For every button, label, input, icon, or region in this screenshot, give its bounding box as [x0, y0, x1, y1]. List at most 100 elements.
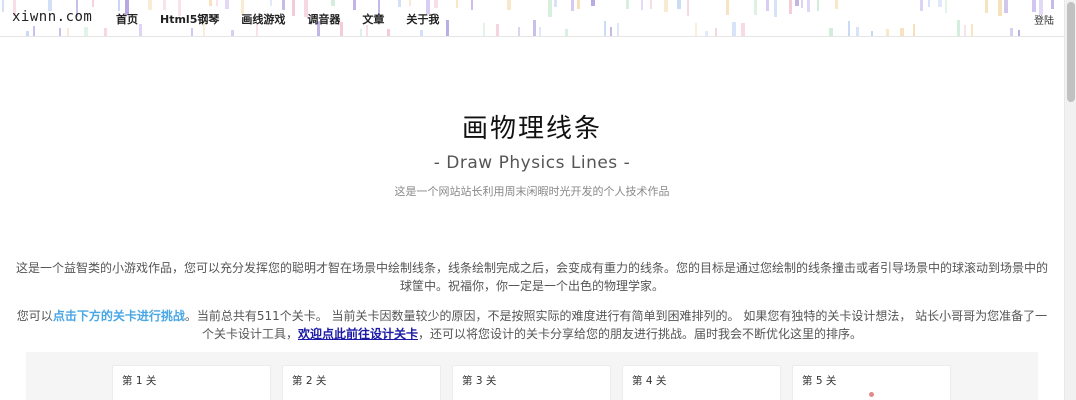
header-stripe — [1004, 0, 1008, 13]
header-stripe — [732, 22, 736, 36]
level-card-5[interactable]: 第 5 关 — [792, 365, 951, 400]
level-card-2[interactable]: 第 2 关 — [282, 365, 441, 400]
header-stripe — [209, 0, 212, 6]
header-stripe — [971, 24, 973, 36]
header-stripe — [900, 28, 904, 36]
header-stripe — [571, 0, 574, 11]
header-stripe — [641, 0, 643, 10]
header-stripe — [817, 0, 819, 11]
level-card-1[interactable]: 第 1 关 — [112, 365, 271, 400]
page-description: 这是一个网站站长利用周末闲暇时光开发的个人技术作品 — [394, 185, 670, 198]
header-stripe — [554, 0, 557, 7]
header-stripe — [741, 23, 745, 36]
header-stripe — [104, 28, 107, 36]
header-stripe — [998, 0, 1002, 16]
header-stripe — [604, 21, 606, 36]
header-stripe — [938, 0, 942, 7]
header-stripe — [957, 20, 960, 36]
header-stripe — [964, 25, 966, 36]
level-card-3[interactable]: 第 3 关 — [452, 365, 611, 400]
level-label: 第 1 关 — [122, 375, 157, 387]
header-stripe — [664, 0, 668, 12]
login-link[interactable]: 登陆 — [1034, 12, 1054, 27]
hero-section: 画物理线条 - Draw Physics Lines - 这是一个网站站长利用周… — [0, 108, 1064, 199]
header-stripe — [420, 30, 423, 36]
header-stripe — [835, 0, 838, 9]
header-stripe — [148, 0, 152, 10]
header-stripe — [456, 0, 458, 8]
header-stripe — [118, 0, 120, 11]
header-stripe — [913, 24, 915, 36]
header-stripe — [766, 0, 769, 11]
header-stripe — [231, 30, 234, 36]
page-subtitle: - Draw Physics Lines - — [433, 153, 631, 173]
intro-paragraph-2: 您可以点击下方的关卡进行挑战。当前总共有511个关卡。 当前关卡因数量较少的原因… — [12, 307, 1052, 343]
header-stripe — [795, 0, 799, 6]
header-stripe — [2, 0, 4, 12]
header-stripe — [225, 0, 229, 9]
header-stripe — [789, 0, 792, 14]
header-stripe — [1010, 28, 1013, 36]
level-label: 第 3 关 — [462, 375, 497, 387]
nav-item-articles[interactable]: 文章 — [362, 11, 384, 27]
header-stripe — [496, 24, 499, 36]
header-stripe — [626, 0, 629, 9]
header-stripe — [331, 0, 335, 6]
header-stripe — [387, 29, 390, 36]
page-scrollbar[interactable] — [1064, 0, 1076, 400]
site-logo[interactable]: xiwnn.com — [12, 9, 92, 25]
header-stripe — [886, 29, 889, 36]
header-stripe — [483, 23, 485, 36]
header-stripe — [191, 28, 193, 36]
nav-item-tuner[interactable]: 调音器 — [307, 11, 340, 27]
header-stripe — [856, 27, 859, 36]
header-stripe — [270, 0, 272, 6]
header-stripe — [434, 0, 438, 8]
header-stripe — [59, 28, 61, 36]
header-stripe — [353, 0, 356, 10]
scrollbar-thumb[interactable] — [1067, 2, 1075, 102]
header-stripe — [848, 21, 850, 36]
header-stripe — [33, 26, 35, 36]
header-stripe — [163, 0, 166, 10]
header-stripe — [1051, 0, 1054, 9]
challenge-link[interactable]: 点击下方的关卡进行挑战 — [53, 309, 185, 323]
header-stripe — [754, 0, 757, 15]
header-stripe — [945, 0, 947, 13]
header-stripe — [871, 31, 873, 36]
header-stripe — [92, 0, 94, 7]
header-stripe — [471, 0, 473, 10]
header-stripe — [807, 0, 810, 12]
level-card-4[interactable]: 第 4 关 — [622, 365, 781, 400]
header-stripe — [539, 27, 541, 36]
header-stripe — [774, 0, 777, 17]
header-stripe — [726, 0, 729, 15]
header-stripe — [518, 27, 520, 36]
header-stripe — [67, 28, 69, 36]
top-header: xiwnn.com 首页 Html5钢琴 画线游戏 调音器 文章 关于我 登陆 — [0, 0, 1064, 37]
header-stripe — [610, 27, 612, 36]
nav-item-draw-game[interactable]: 画线游戏 — [241, 11, 285, 27]
intro-paragraph-1: 这是一个益智类的小游戏作品，您可以充分发挥您的聪明才智在场景中绘制线条，线条绘制… — [15, 261, 1048, 293]
header-stripe — [565, 29, 568, 36]
header-stripe — [533, 20, 536, 36]
header-stripe — [985, 0, 988, 13]
header-stripe — [26, 31, 29, 36]
header-stripe — [409, 0, 411, 6]
header-stripe — [282, 0, 285, 10]
header-stripe — [507, 0, 511, 10]
header-stripe — [617, 23, 619, 36]
header-stripe — [1018, 30, 1020, 36]
level-label: 第 4 关 — [632, 375, 667, 387]
header-stripe — [705, 31, 708, 36]
nav-item-home[interactable]: 首页 — [116, 11, 138, 27]
header-stripe — [398, 0, 401, 7]
header-stripe — [591, 0, 595, 6]
design-level-link[interactable]: 欢迎点此前往设计关卡 — [298, 327, 418, 341]
header-stripe — [928, 0, 930, 7]
level-label: 第 2 关 — [292, 375, 327, 387]
nav-item-about[interactable]: 关于我 — [406, 11, 439, 27]
header-stripe — [216, 0, 218, 6]
header-stripe — [84, 27, 88, 36]
nav-item-piano[interactable]: Html5钢琴 — [160, 11, 219, 27]
